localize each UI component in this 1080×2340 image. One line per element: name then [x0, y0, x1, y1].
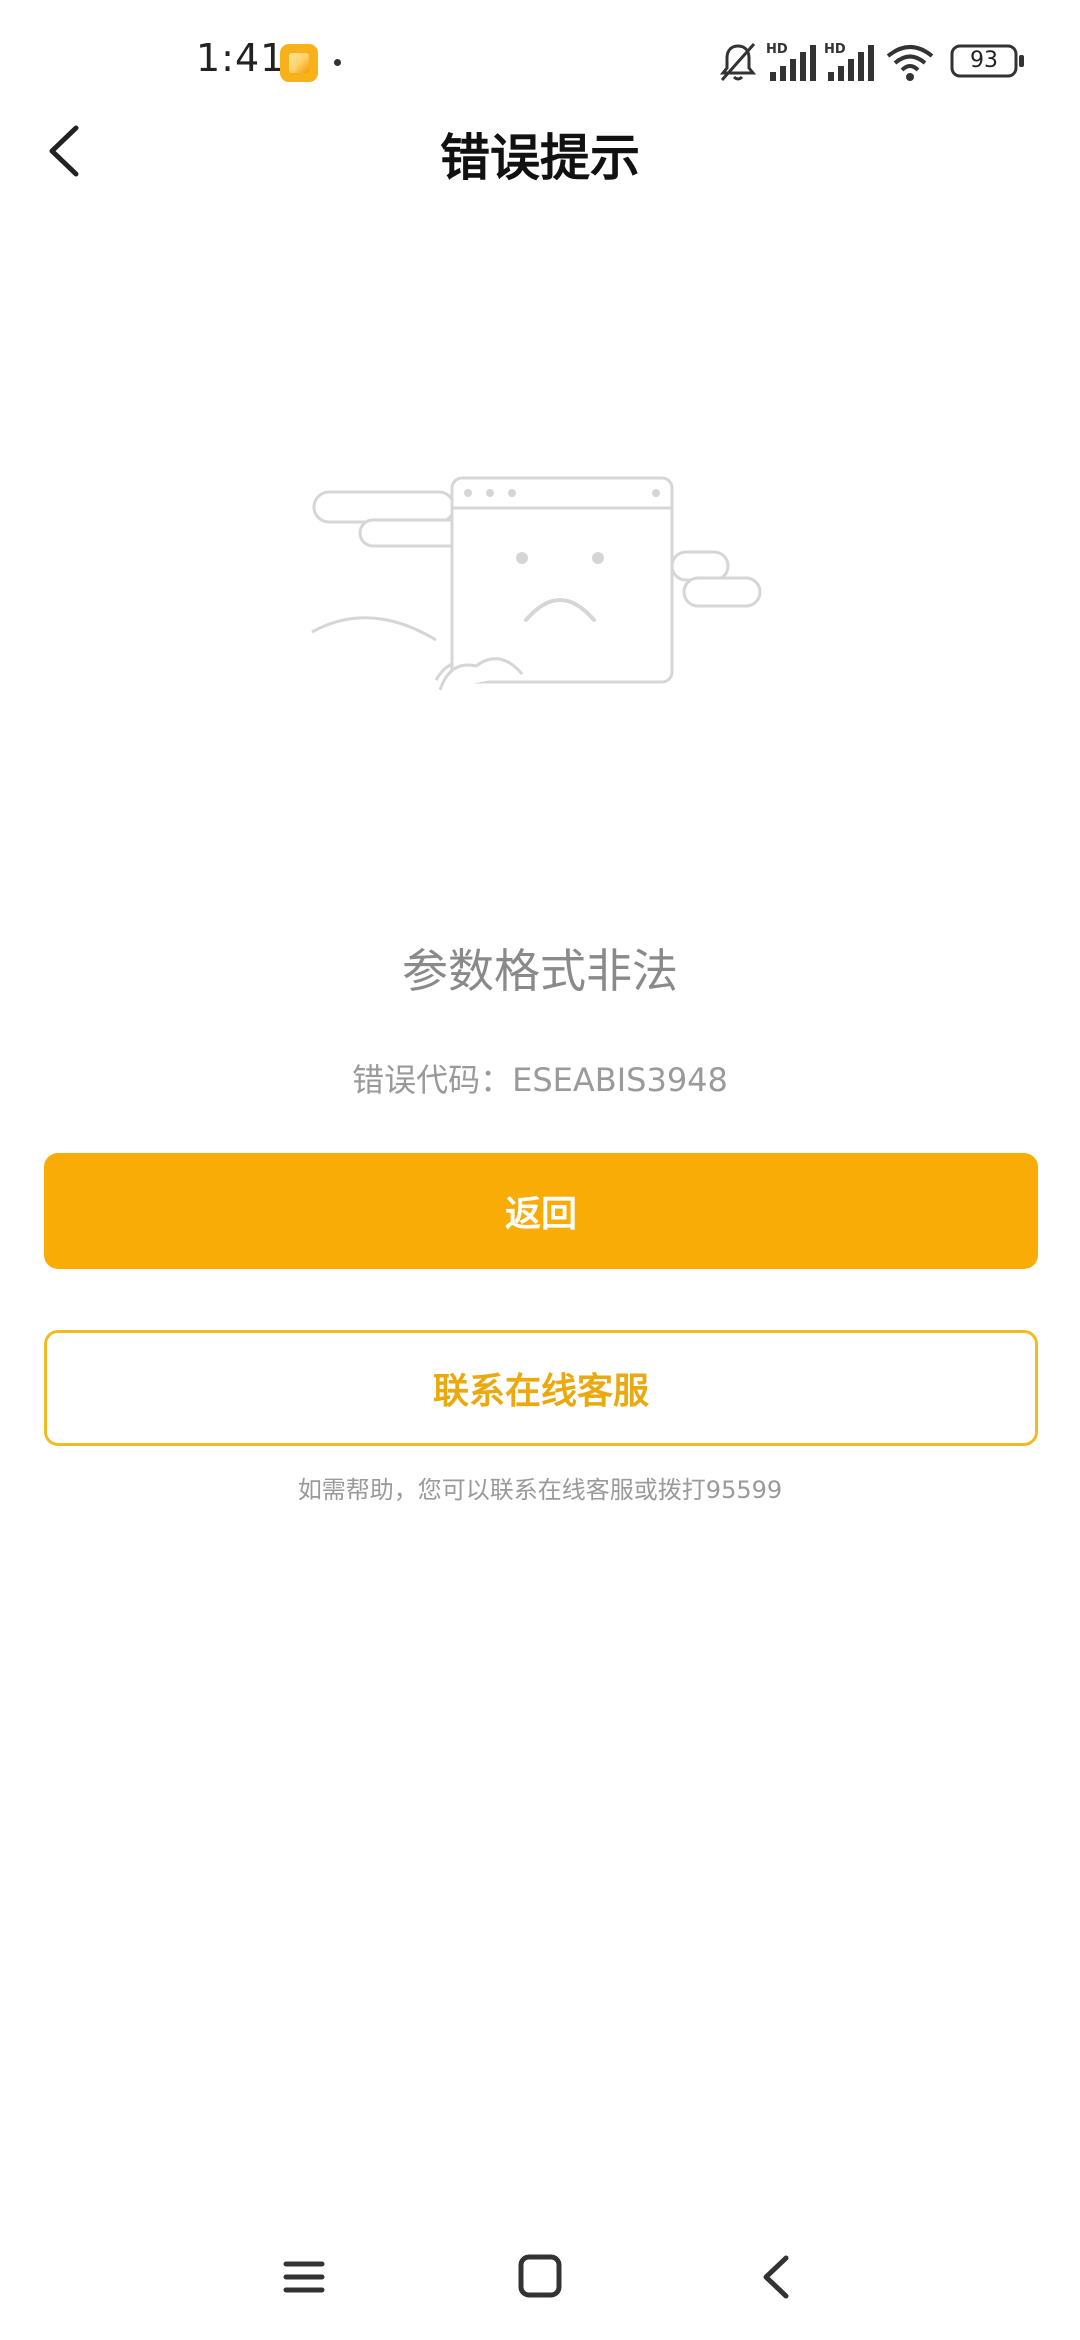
hd-badge: HD	[766, 42, 788, 57]
hd-badge: HD	[824, 42, 846, 57]
system-back-button[interactable]	[736, 2240, 816, 2320]
battery-level: 93	[970, 48, 998, 73]
status-time: 1:41	[196, 36, 286, 80]
menu-icon	[283, 2261, 325, 2293]
error-screen: 1:41 HD HD 93 错误提示 参数格式非法 错误代码：ESEABIS39…	[0, 0, 1080, 2340]
signal-icon: HD	[824, 42, 874, 81]
page-title: 错误提示	[440, 129, 640, 187]
help-text: 如需帮助，您可以联系在线客服或拨打95599	[297, 1476, 783, 1504]
status-bar: 1:41 HD HD 93	[0, 0, 1080, 110]
wifi-icon	[886, 45, 934, 81]
menu-button[interactable]	[264, 2240, 344, 2320]
signal-icon: HD	[766, 42, 816, 81]
error-code-label: 错误代码：	[352, 1061, 513, 1099]
error-code-value: ESEABIS3948	[512, 1061, 728, 1099]
error-code-row: 错误代码：ESEABIS3948	[0, 1055, 1080, 1101]
system-nav-bar	[0, 2240, 1080, 2340]
home-square-icon	[518, 2254, 562, 2298]
dot-icon	[334, 59, 341, 66]
contact-support-button[interactable]: 联系在线客服	[44, 1330, 1038, 1446]
error-message: 参数格式非法	[402, 944, 678, 998]
mute-bell-icon	[719, 43, 757, 81]
home-button[interactable]	[500, 2240, 580, 2320]
app-notification-icon	[280, 44, 318, 82]
sad-browser-window-icon	[311, 476, 762, 691]
back-triangle-icon	[763, 2255, 789, 2299]
return-button[interactable]: 返回	[44, 1153, 1038, 1269]
